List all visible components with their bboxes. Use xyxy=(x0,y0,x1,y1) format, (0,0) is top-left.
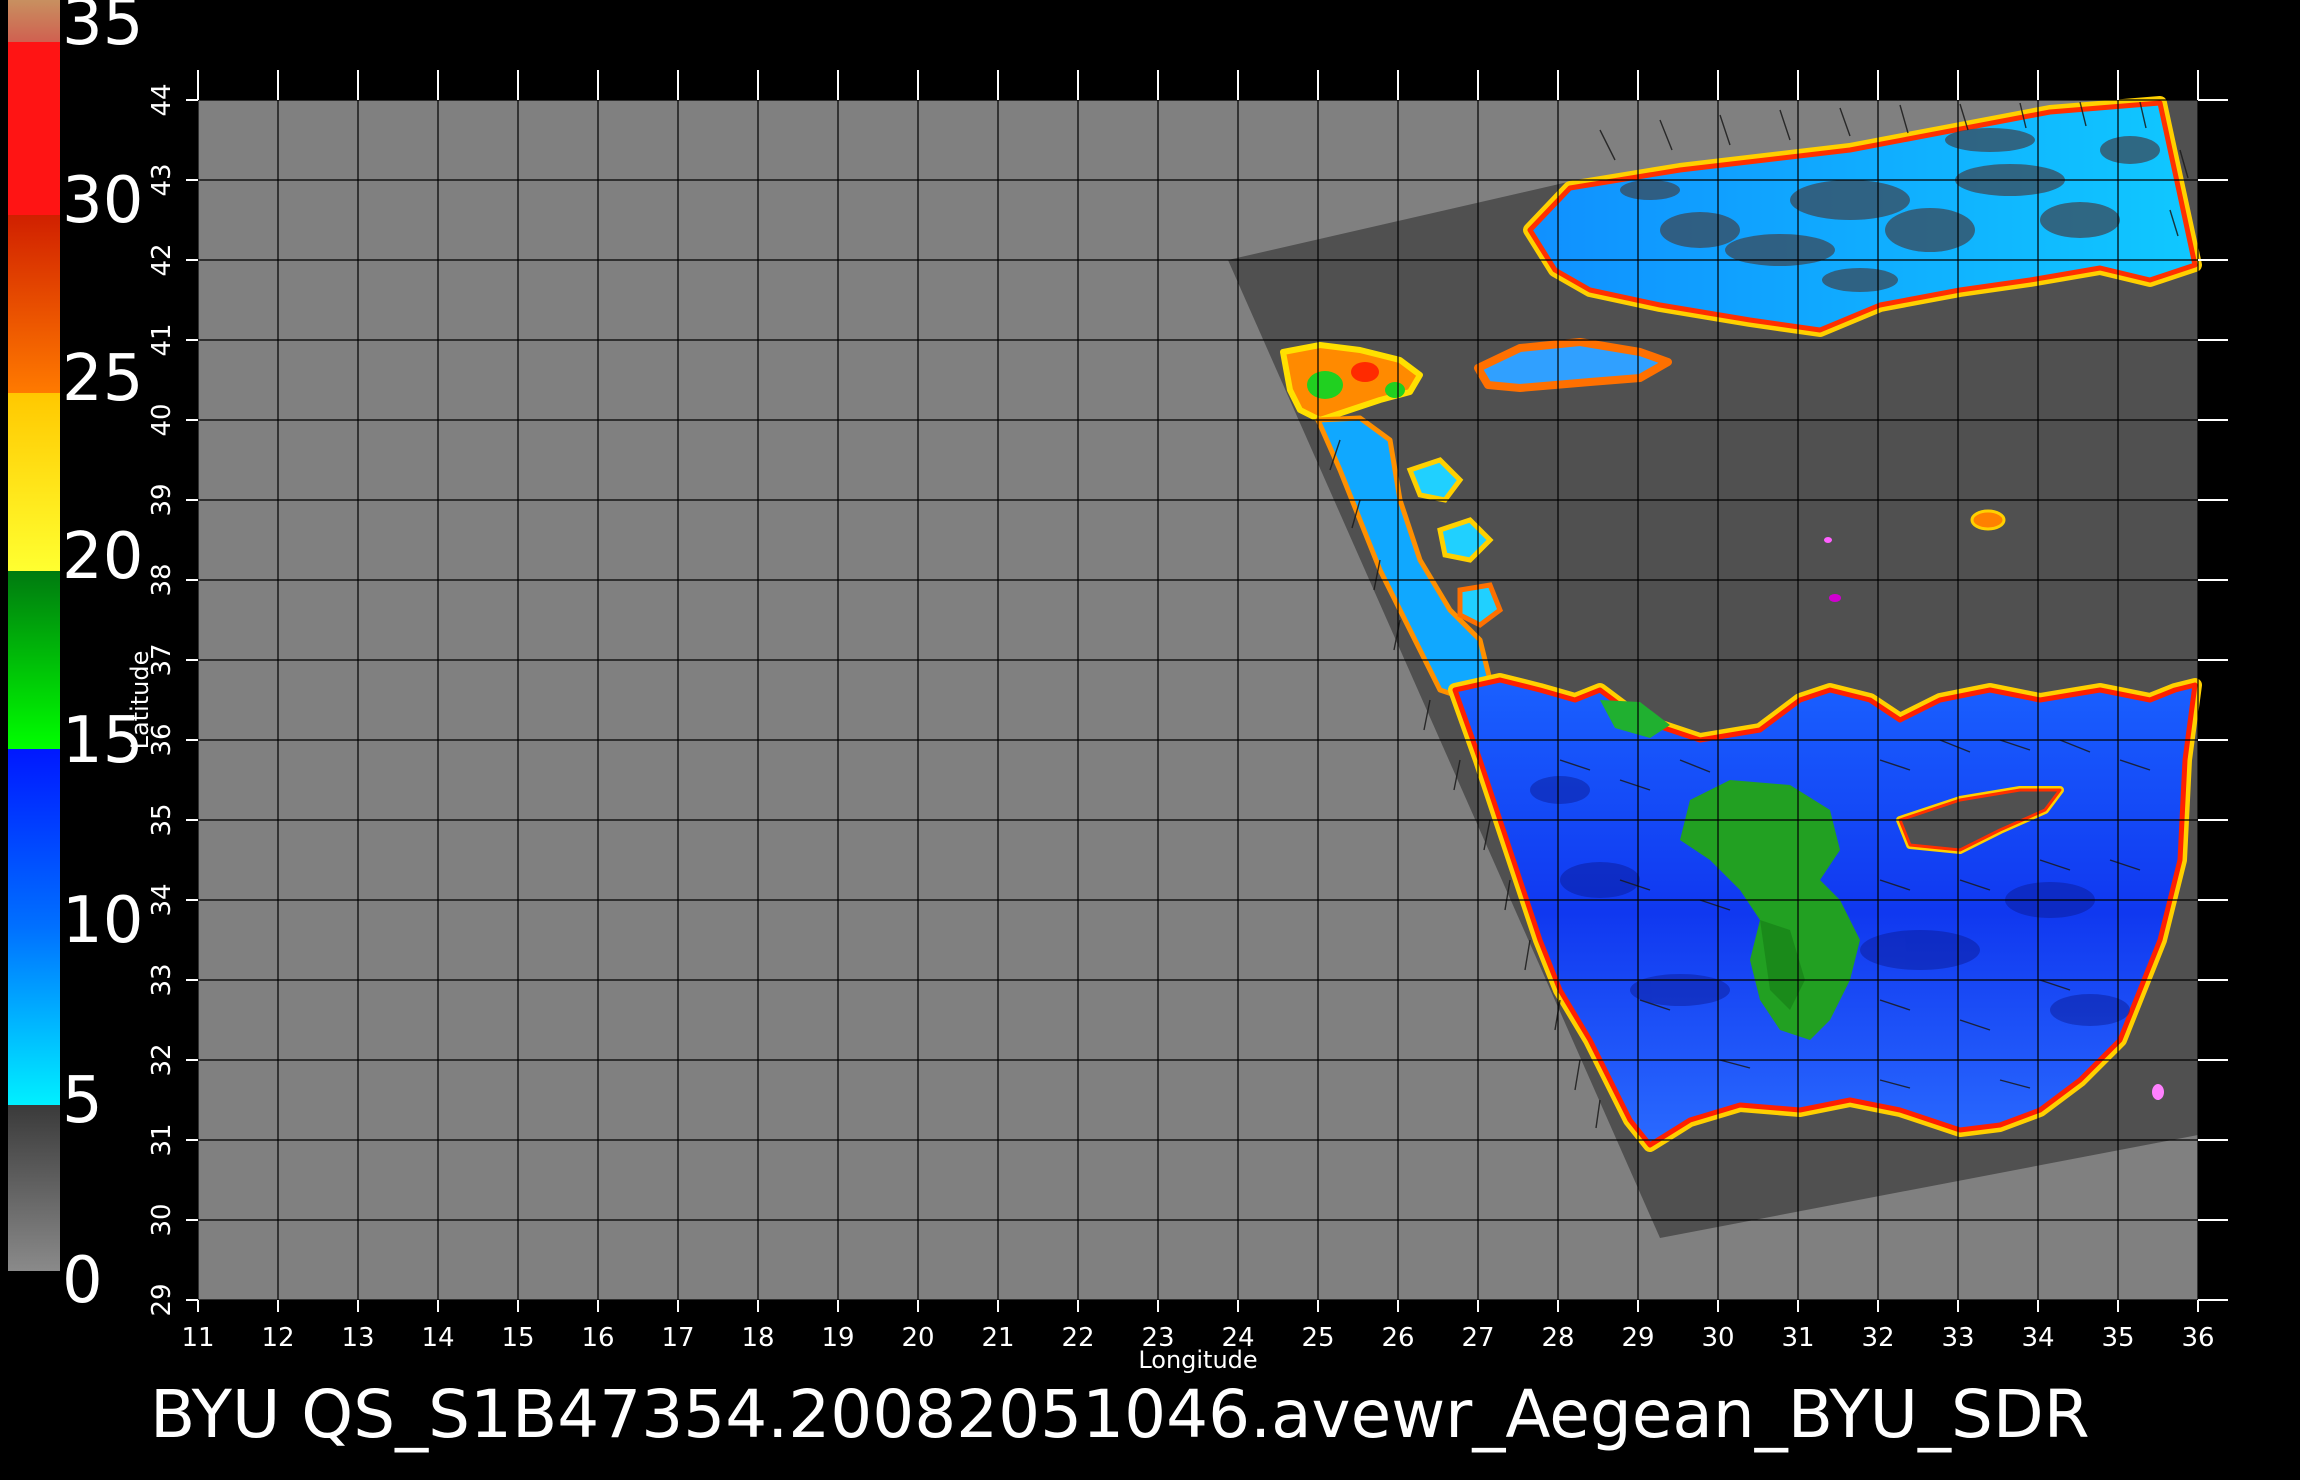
y-tick-label-42: 42 xyxy=(147,243,177,276)
colorbar-label-20: 20 xyxy=(62,520,143,594)
map-figure: 35 30 25 20 15 10 5 0 11 12 13 14 15 16 … xyxy=(8,0,2228,1453)
x-tick-label-21: 21 xyxy=(981,1323,1014,1353)
colorbar-label-25: 25 xyxy=(62,342,143,416)
color-band-25-30 xyxy=(8,215,60,393)
y-tick-label-34: 34 xyxy=(147,883,177,916)
x-tick-label-19: 19 xyxy=(821,1323,854,1353)
x-axis-title: Longitude xyxy=(1138,1346,1257,1374)
y-tick-label-31: 31 xyxy=(147,1123,177,1156)
x-tick-label-22: 22 xyxy=(1061,1323,1094,1353)
color-band-5-15 xyxy=(8,749,60,1105)
x-tick-label-20: 20 xyxy=(901,1323,934,1353)
x-tick-label-14: 14 xyxy=(421,1323,454,1353)
x-tick-label-17: 17 xyxy=(661,1323,694,1353)
x-tick-label-36: 36 xyxy=(2181,1323,2214,1353)
x-tick-label-12: 12 xyxy=(261,1323,294,1353)
y-axis-title: Latitude xyxy=(126,651,154,750)
colorbar-label-10: 10 xyxy=(62,884,143,958)
x-tick-label-34: 34 xyxy=(2021,1323,2054,1353)
y-tick-label-40: 40 xyxy=(147,403,177,436)
x-tick-label-32: 32 xyxy=(1861,1323,1894,1353)
x-tick-label-30: 30 xyxy=(1701,1323,1734,1353)
y-tick-label-41: 41 xyxy=(147,323,177,356)
y-tick-label-30: 30 xyxy=(147,1203,177,1236)
color-band-15-20 xyxy=(8,571,60,749)
colorbar-label-5: 5 xyxy=(62,1064,103,1138)
color-band-20-25 xyxy=(8,393,60,571)
y-tick-label-38: 38 xyxy=(147,563,177,596)
x-tick-label-18: 18 xyxy=(741,1323,774,1353)
map-plot xyxy=(186,70,2228,1312)
image-caption: BYU QS_S1B47354.20082051046.avewr_Aegean… xyxy=(150,1376,2090,1453)
y-tick-label-44: 44 xyxy=(147,83,177,116)
colorbar-label-0: 0 xyxy=(62,1244,103,1318)
x-tick-label-33: 33 xyxy=(1941,1323,1974,1353)
color-band-34-35 xyxy=(8,0,60,42)
x-tick-label-29: 29 xyxy=(1621,1323,1654,1353)
y-tick-label-43: 43 xyxy=(147,163,177,196)
x-tick-label-35: 35 xyxy=(2101,1323,2134,1353)
colorbar-label-35: 35 xyxy=(62,0,143,60)
x-tick-label-28: 28 xyxy=(1541,1323,1574,1353)
color-band-30-34 xyxy=(8,42,60,215)
x-tick-label-26: 26 xyxy=(1381,1323,1414,1353)
y-tick-label-35: 35 xyxy=(147,803,177,836)
y-tick-label-32: 32 xyxy=(147,1043,177,1076)
x-tick-label-25: 25 xyxy=(1301,1323,1334,1353)
x-tick-label-15: 15 xyxy=(501,1323,534,1353)
y-tick-label-33: 33 xyxy=(147,963,177,996)
x-tick-label-13: 13 xyxy=(341,1323,374,1353)
x-tick-label-11: 11 xyxy=(181,1323,214,1353)
x-tick-label-31: 31 xyxy=(1781,1323,1814,1353)
y-tick-label-29: 29 xyxy=(147,1283,177,1316)
color-band-0-5 xyxy=(8,1105,60,1271)
colorbar-label-30: 30 xyxy=(62,164,143,238)
x-tick-label-27: 27 xyxy=(1461,1323,1494,1353)
x-tick-label-16: 16 xyxy=(581,1323,614,1353)
y-tick-label-39: 39 xyxy=(147,483,177,516)
color-scale-bar: 35 30 25 20 15 10 5 0 xyxy=(8,0,143,1318)
